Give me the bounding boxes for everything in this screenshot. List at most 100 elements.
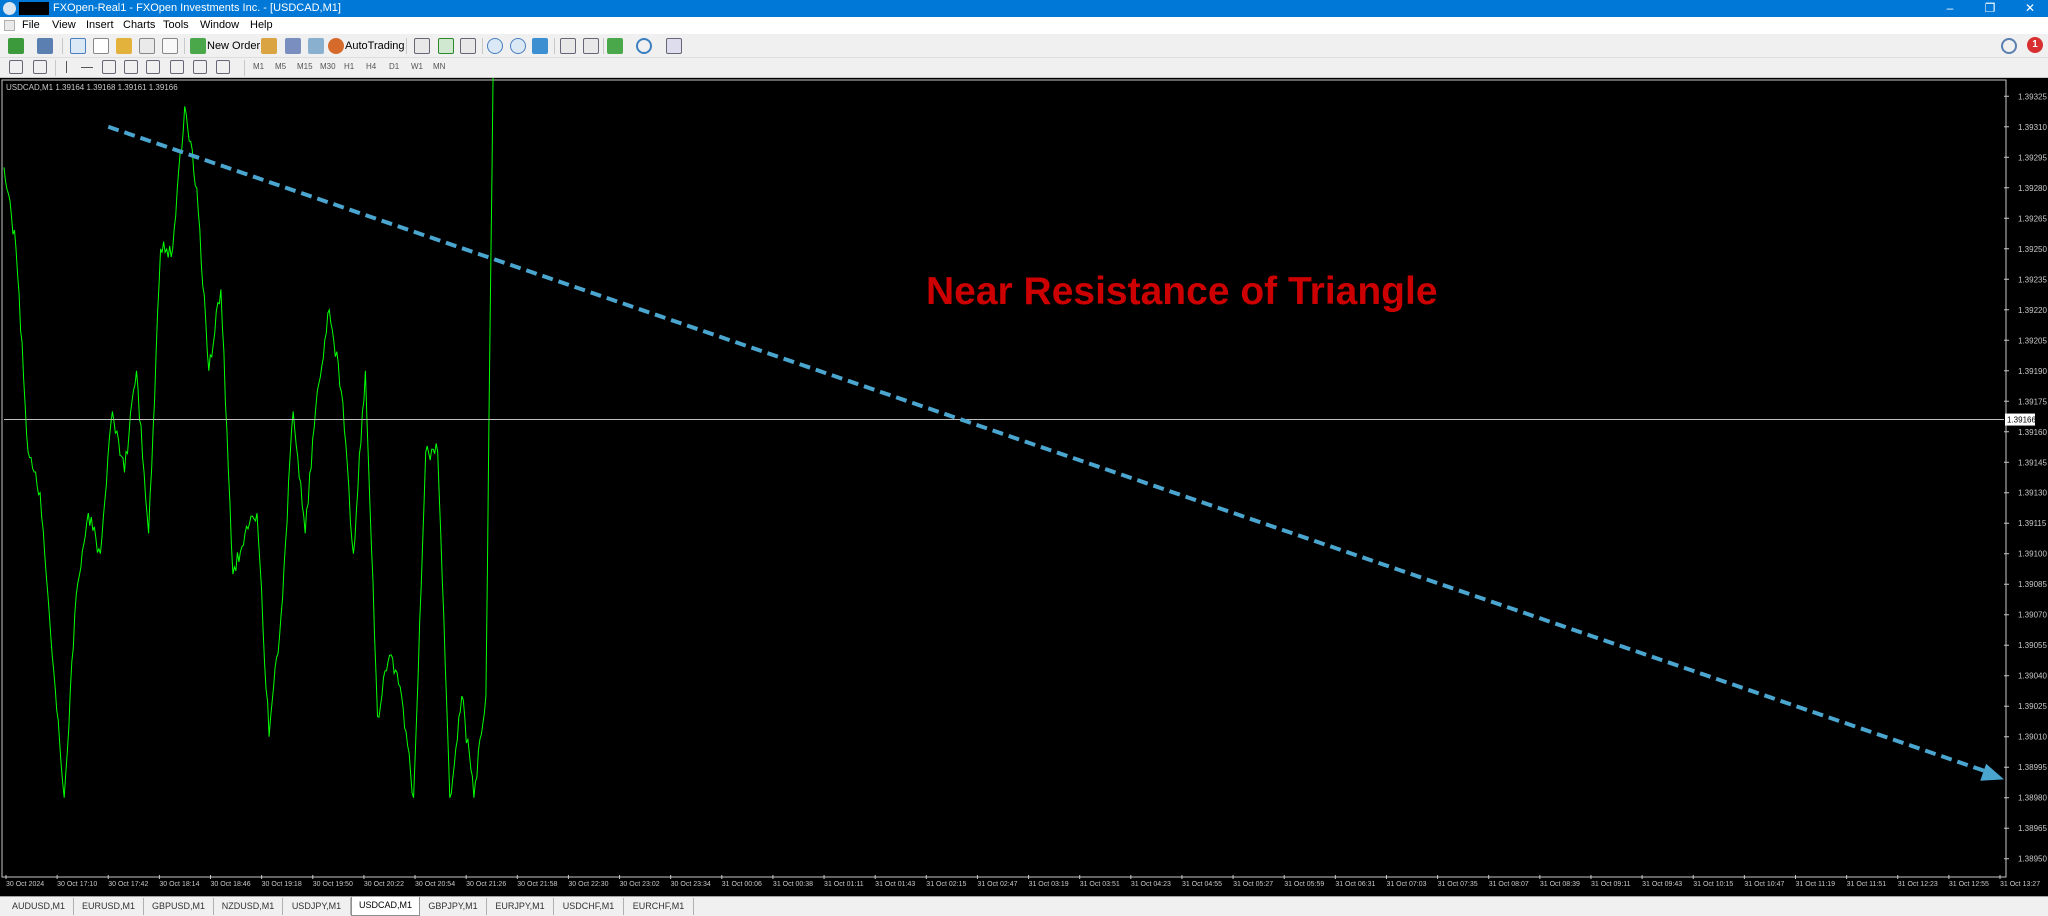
tab-eurjpy[interactable]: EURJPY,M1 <box>487 898 554 915</box>
timeframe-m30[interactable]: M30 <box>320 60 336 74</box>
tab-gbpusd[interactable]: GBPUSD,M1 <box>144 898 214 915</box>
strategy-tester-icon[interactable] <box>162 38 178 54</box>
price-tick-label: 1.39295 <box>2018 153 2047 162</box>
metaeditor-icon[interactable] <box>261 38 277 54</box>
price-axis: 1.39325 1.39310 1.39295 1.39280 1.39265 1.392… <box>2004 92 2047 864</box>
profiles-icon[interactable] <box>37 38 53 54</box>
window-title: FXOpen-Real1 - FXOpen Investments Inc. -… <box>53 2 341 14</box>
price-tick-label: 1.38950 <box>2018 855 2047 864</box>
terminal-icon[interactable] <box>139 38 155 54</box>
tab-nzdusd[interactable]: NZDUSD,M1 <box>214 898 283 915</box>
time-tick-label: 31 Oct 10:47 <box>1744 881 1784 888</box>
text-label-icon[interactable] <box>193 60 207 74</box>
timeframe-m1[interactable]: M1 <box>253 60 264 74</box>
time-tick-label: 31 Oct 11:19 <box>1795 881 1835 888</box>
market-watch-icon[interactable] <box>70 38 86 54</box>
menu-file[interactable]: File <box>22 19 40 32</box>
standard-toolbar: New Order AutoTrading 1 <box>0 34 2048 58</box>
price-tick-label: 1.38995 <box>2018 763 2047 772</box>
tab-audusd[interactable]: AUDUSD,M1 <box>4 898 74 915</box>
time-tick-label: 31 Oct 07:35 <box>1438 881 1478 888</box>
timeframe-mn[interactable]: MN <box>433 60 445 74</box>
tab-usdchf[interactable]: USDCHF,M1 <box>554 898 624 915</box>
auto-scroll-icon[interactable] <box>583 38 599 54</box>
menu-tools[interactable]: Tools <box>163 19 189 32</box>
time-tick-label: 31 Oct 06:31 <box>1335 881 1375 888</box>
text-tool-icon[interactable] <box>170 60 184 74</box>
signals-icon[interactable] <box>285 38 301 54</box>
bar-chart-icon[interactable] <box>414 38 430 54</box>
time-tick-label: 31 Oct 08:39 <box>1540 881 1580 888</box>
resistance-trendline <box>107 124 1987 774</box>
new-order-button[interactable]: New Order <box>207 39 260 53</box>
price-tick-label: 1.39175 <box>2018 397 2047 406</box>
tab-eurchf[interactable]: EURCHF,M1 <box>624 898 694 915</box>
navigator-icon[interactable] <box>116 38 132 54</box>
tab-usdcad[interactable]: USDCAD,M1 <box>351 897 420 916</box>
price-tick-label: 1.39070 <box>2018 611 2047 620</box>
menu-window[interactable]: Window <box>200 19 239 32</box>
time-tick-label: 31 Oct 05:27 <box>1233 881 1273 888</box>
price-tick-label: 1.38965 <box>2018 824 2047 833</box>
horizontal-line-icon[interactable] <box>80 60 94 74</box>
time-tick-label: 31 Oct 04:55 <box>1182 881 1222 888</box>
menu-view[interactable]: View <box>52 19 76 32</box>
candlestick-icon[interactable] <box>438 38 454 54</box>
timeframe-h4[interactable]: H4 <box>366 60 376 74</box>
autotrading-button[interactable]: AutoTrading <box>345 39 405 53</box>
close-button[interactable]: ✕ <box>2013 0 2047 17</box>
usdcad-m1-chart[interactable]: 1.39325 1.39310 1.39295 1.39280 1.39265 1.392… <box>0 78 2048 896</box>
price-tick-label: 1.39100 <box>2018 550 2047 559</box>
timeframe-w1[interactable]: W1 <box>411 60 423 74</box>
time-tick-label: 31 Oct 09:43 <box>1642 881 1682 888</box>
fibonacci-icon[interactable] <box>146 60 160 74</box>
search-icon[interactable] <box>2001 38 2017 54</box>
timeframe-h1[interactable]: H1 <box>344 60 354 74</box>
new-order-icon[interactable] <box>190 38 206 54</box>
timeframe-m5[interactable]: M5 <box>275 60 286 74</box>
periods-icon[interactable] <box>636 38 652 54</box>
menu-insert[interactable]: Insert <box>86 19 114 32</box>
maximize-button[interactable]: ❐ <box>1973 0 2007 17</box>
cursor-icon[interactable] <box>9 60 23 74</box>
minimize-button[interactable]: – <box>1933 0 1967 17</box>
new-chart-icon[interactable] <box>8 38 24 54</box>
time-tick-label: 31 Oct 04:23 <box>1131 881 1171 888</box>
zoom-in-icon[interactable] <box>487 38 503 54</box>
chart-window[interactable]: 1.39325 1.39310 1.39295 1.39280 1.39265 1.392… <box>0 78 2048 896</box>
equidistant-channel-icon[interactable] <box>124 60 138 74</box>
timeframe-m15[interactable]: M15 <box>297 60 313 74</box>
timeframe-d1[interactable]: D1 <box>389 60 399 74</box>
time-tick-label: 31 Oct 08:07 <box>1489 881 1529 888</box>
time-tick-label: 30 Oct 21:26 <box>466 881 506 888</box>
zoom-out-icon[interactable] <box>510 38 526 54</box>
notification-badge[interactable]: 1 <box>2027 37 2043 53</box>
time-tick-label: 30 Oct 20:22 <box>364 881 404 888</box>
price-tick-label: 1.39220 <box>2018 306 2047 315</box>
menu-help[interactable]: Help <box>250 19 273 32</box>
vertical-line-icon[interactable] <box>60 60 74 74</box>
line-chart-icon[interactable] <box>460 38 476 54</box>
chart-tabs: AUDUSD,M1 EURUSD,M1 GBPUSD,M1 NZDUSD,M1 … <box>0 896 2048 916</box>
tab-eurusd[interactable]: EURUSD,M1 <box>74 898 144 915</box>
time-tick-label: 30 Oct 18:14 <box>159 881 199 888</box>
tab-gbpjpy[interactable]: GBPJPY,M1 <box>420 898 487 915</box>
price-tick-label: 1.39040 <box>2018 672 2047 681</box>
document-menu-icon[interactable] <box>4 20 15 31</box>
crosshair-icon[interactable] <box>33 60 47 74</box>
menu-charts[interactable]: Charts <box>123 19 155 32</box>
price-tick-label: 1.39280 <box>2018 184 2047 193</box>
tab-usdjpy[interactable]: USDJPY,M1 <box>283 898 351 915</box>
tile-windows-icon[interactable] <box>532 38 548 54</box>
app-icon[interactable] <box>3 2 16 15</box>
arrows-icon[interactable] <box>216 60 230 74</box>
price-tick-label: 1.39325 <box>2018 92 2047 101</box>
data-window-icon[interactable] <box>93 38 109 54</box>
chart-shift-icon[interactable] <box>560 38 576 54</box>
indicators-icon[interactable] <box>607 38 623 54</box>
trendline-icon[interactable] <box>102 60 116 74</box>
vps-icon[interactable] <box>308 38 324 54</box>
autotrading-icon[interactable] <box>328 38 344 54</box>
templates-icon[interactable] <box>666 38 682 54</box>
time-tick-label: 31 Oct 02:15 <box>926 881 966 888</box>
